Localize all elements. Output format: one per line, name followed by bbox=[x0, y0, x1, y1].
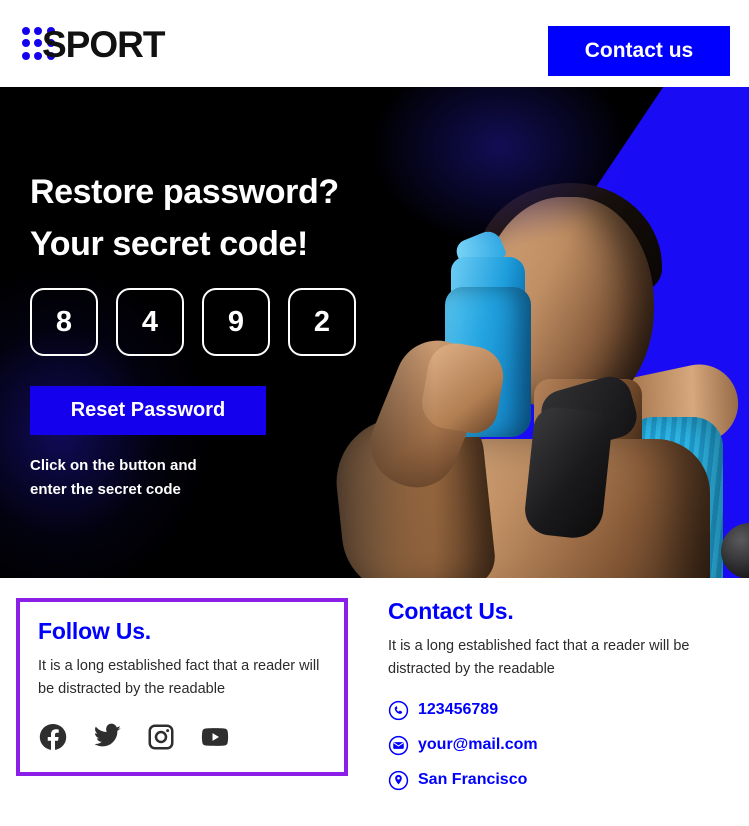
hero-title-line1: Restore password? bbox=[30, 173, 339, 211]
secret-code-row: 8 4 9 2 bbox=[30, 288, 356, 356]
logo-wordmark: SPORT bbox=[42, 23, 165, 65]
athlete-glove bbox=[522, 405, 614, 541]
social-links bbox=[38, 722, 326, 752]
instagram-icon[interactable] bbox=[146, 722, 176, 752]
follow-us-title: Follow Us. bbox=[38, 618, 152, 644]
site-footer: Follow Us. It is a long established fact… bbox=[0, 578, 749, 826]
hero-title: Restore password? Your secret code! bbox=[30, 175, 356, 261]
contact-phone[interactable]: 123456789 bbox=[388, 700, 728, 721]
code-digit-3[interactable]: 9 bbox=[202, 288, 270, 356]
page-root: SPORT Contact us Restore password? Your … bbox=[0, 0, 749, 826]
hero-content: Restore password? Your secret code! 8 4 … bbox=[30, 175, 356, 503]
hero-hint-line1: Click on the button and bbox=[30, 457, 197, 474]
follow-us-text: It is a long established fact that a rea… bbox=[38, 658, 320, 698]
contact-us-card: Contact Us. It is a long established fac… bbox=[388, 598, 728, 805]
contact-location-value: San Francisco bbox=[418, 771, 528, 789]
reset-password-button[interactable]: Reset Password bbox=[30, 386, 266, 435]
contact-phone-value: 123456789 bbox=[418, 701, 499, 719]
hero-athlete-photo bbox=[329, 87, 749, 578]
contact-us-button[interactable]: Contact us bbox=[548, 26, 730, 76]
youtube-icon[interactable] bbox=[200, 722, 230, 752]
phone-icon bbox=[388, 700, 409, 721]
hero-hint-line2: enter the secret code bbox=[30, 481, 181, 499]
contact-email-value: your@mail.com bbox=[418, 736, 538, 754]
contact-us-text: It is a long established fact that a rea… bbox=[388, 638, 690, 678]
code-digit-1[interactable]: 8 bbox=[30, 288, 98, 356]
dumbbell bbox=[721, 523, 749, 578]
hero-hint-text: Click on the button and enter the secret… bbox=[30, 454, 290, 503]
hero-section: Restore password? Your secret code! 8 4 … bbox=[0, 87, 749, 578]
contact-email[interactable]: your@mail.com bbox=[388, 735, 728, 756]
site-header: SPORT Contact us bbox=[0, 0, 749, 87]
hero-title-line2: Your secret code! bbox=[30, 225, 308, 263]
twitter-icon[interactable] bbox=[92, 722, 122, 752]
contact-list: 123456789 your@mail.com San Francisco bbox=[388, 700, 728, 791]
contact-location[interactable]: San Francisco bbox=[388, 770, 728, 791]
contact-us-title: Contact Us. bbox=[388, 598, 514, 624]
facebook-icon[interactable] bbox=[38, 722, 68, 752]
brand-logo[interactable]: SPORT bbox=[22, 23, 165, 65]
mail-icon bbox=[388, 735, 409, 756]
location-pin-icon bbox=[388, 770, 409, 791]
code-digit-4[interactable]: 2 bbox=[288, 288, 356, 356]
follow-us-card: Follow Us. It is a long established fact… bbox=[16, 598, 348, 776]
code-digit-2[interactable]: 4 bbox=[116, 288, 184, 356]
